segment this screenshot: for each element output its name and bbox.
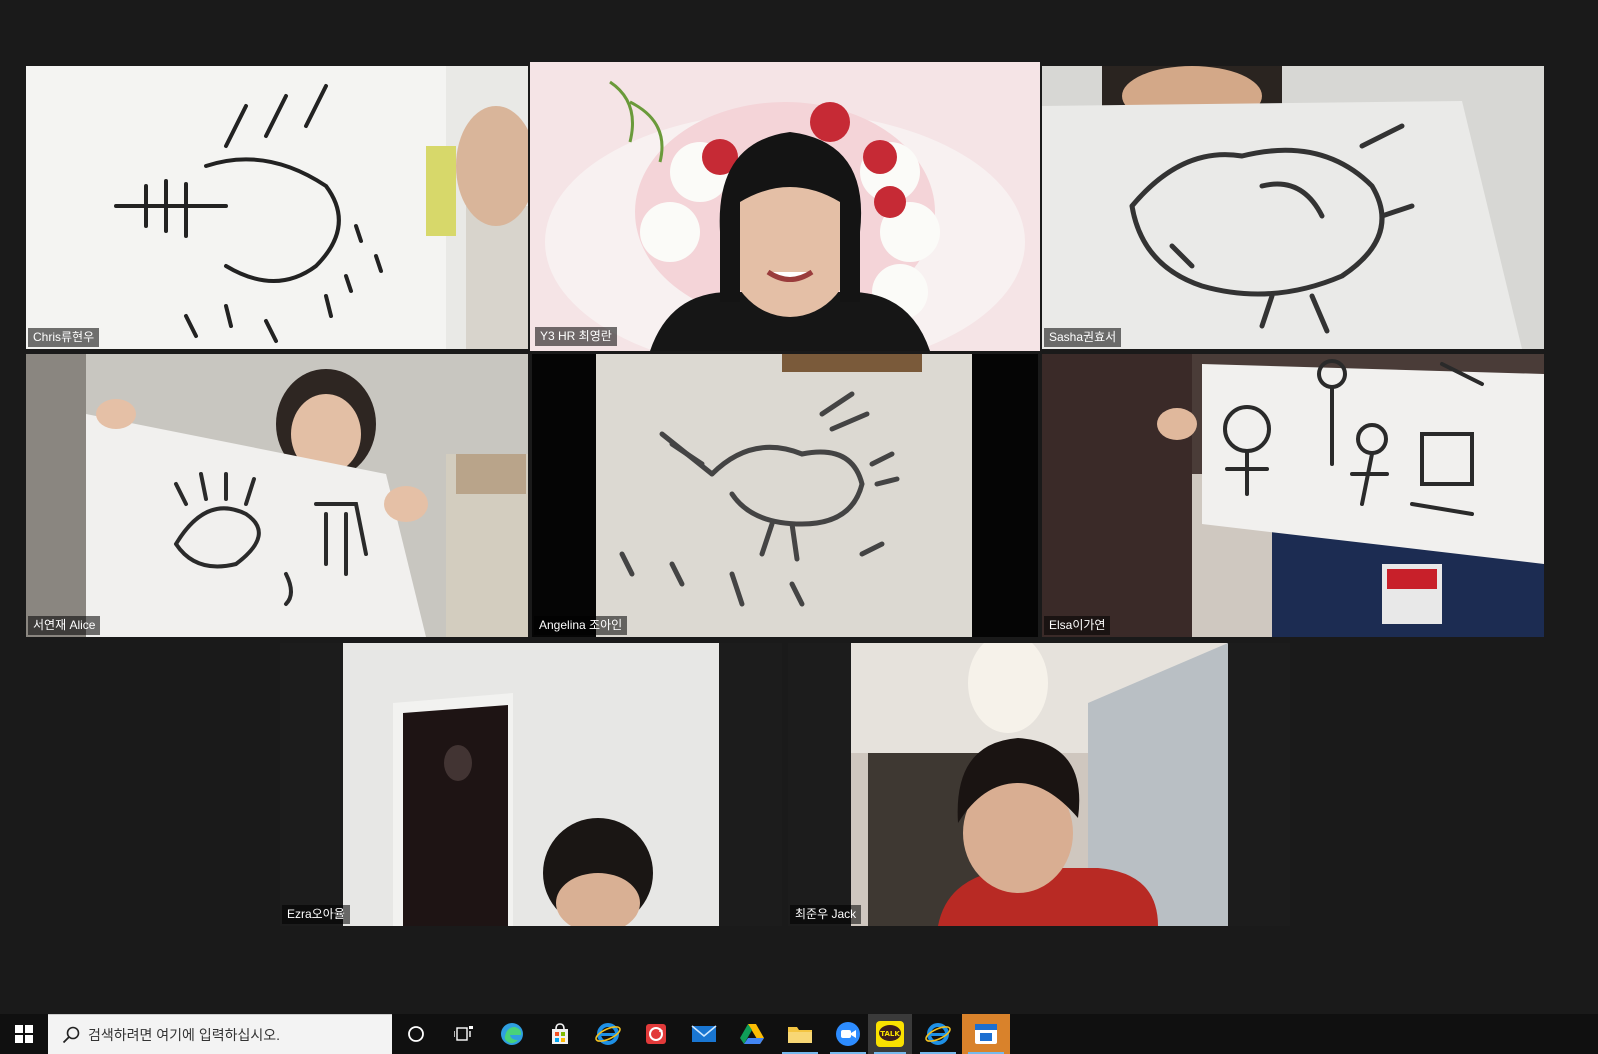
video-tile-ezra[interactable]: Ezra오아율 bbox=[280, 643, 782, 926]
taskbar-kakaotalk[interactable]: TALK bbox=[868, 1014, 912, 1054]
video-tile-chris[interactable]: Chris류현우 bbox=[26, 66, 528, 349]
video-feed-alice bbox=[26, 354, 528, 637]
kakaotalk-icon: TALK bbox=[876, 1021, 904, 1047]
participant-name: Angelina 조아인 bbox=[534, 616, 628, 635]
participant-name: Chris류현우 bbox=[28, 328, 100, 347]
taskbar-sync-app[interactable] bbox=[632, 1014, 680, 1054]
search-icon bbox=[62, 1026, 80, 1043]
taskbar-edge-chromium[interactable] bbox=[488, 1014, 536, 1054]
store-icon bbox=[552, 1023, 568, 1044]
cortana-icon bbox=[408, 1026, 424, 1042]
participant-name: Ezra오아율 bbox=[282, 905, 350, 924]
video-feed-chris bbox=[26, 66, 528, 349]
windows-logo-icon bbox=[15, 1025, 33, 1043]
taskbar-file-explorer[interactable] bbox=[776, 1014, 824, 1054]
participant-name: 최준우 Jack bbox=[790, 905, 862, 924]
internet-explorer-icon bbox=[925, 1023, 951, 1045]
sync-icon bbox=[646, 1024, 666, 1044]
video-tile-angelina[interactable]: Angelina 조아인 bbox=[532, 354, 1038, 637]
taskbar-internet-explorer[interactable] bbox=[584, 1014, 632, 1054]
taskbar-store[interactable] bbox=[536, 1014, 584, 1054]
windows-taskbar: TALK bbox=[0, 1014, 1598, 1054]
video-tile-host-active[interactable]: Y3 HR 최영란 bbox=[530, 62, 1040, 351]
zoom-video-icon bbox=[836, 1022, 860, 1046]
video-feed-ezra bbox=[280, 643, 782, 926]
taskbar-google-drive[interactable] bbox=[728, 1014, 776, 1054]
video-feed-elsa bbox=[1042, 354, 1544, 637]
participant-name: Y3 HR 최영란 bbox=[535, 327, 617, 346]
calendar-app-icon bbox=[975, 1024, 997, 1044]
task-view-icon bbox=[454, 1026, 473, 1041]
participant-name: 서연재 Alice bbox=[28, 616, 101, 635]
video-feed-angelina bbox=[532, 354, 1038, 637]
video-tile-elsa[interactable]: Elsa이가연 bbox=[1042, 354, 1544, 637]
taskbar-search-box[interactable] bbox=[48, 1014, 392, 1054]
search-input[interactable] bbox=[86, 1025, 380, 1044]
task-view-button[interactable] bbox=[440, 1014, 488, 1054]
video-feed-host bbox=[530, 62, 1040, 351]
internet-explorer-icon bbox=[595, 1023, 621, 1045]
participant-name: Elsa이가연 bbox=[1044, 616, 1111, 635]
start-button[interactable] bbox=[0, 1014, 48, 1054]
video-gallery: Chris류현우 Y3 HR 최영란 Sasha권효서 서연재 Alice An… bbox=[0, 0, 1598, 1014]
google-drive-icon bbox=[740, 1024, 764, 1044]
mail-icon bbox=[691, 1025, 717, 1042]
cortana-button[interactable] bbox=[392, 1014, 440, 1054]
taskbar-internet-explorer-2[interactable] bbox=[914, 1014, 962, 1054]
video-feed-sasha bbox=[1042, 66, 1544, 349]
video-feed-jack bbox=[788, 643, 1290, 926]
video-tile-alice[interactable]: 서연재 Alice bbox=[26, 354, 528, 637]
edge-chromium-icon bbox=[501, 1023, 523, 1045]
folder-icon bbox=[788, 1027, 812, 1043]
taskbar-mail[interactable] bbox=[680, 1014, 728, 1054]
participant-name: Sasha권효서 bbox=[1044, 328, 1122, 347]
taskbar-orange-app[interactable] bbox=[962, 1014, 1010, 1054]
video-tile-jack[interactable]: 최준우 Jack bbox=[788, 643, 1290, 926]
kakaotalk-label: TALK bbox=[880, 1030, 900, 1038]
video-tile-sasha[interactable]: Sasha권효서 bbox=[1042, 66, 1544, 349]
taskbar-zoom[interactable] bbox=[824, 1014, 872, 1054]
